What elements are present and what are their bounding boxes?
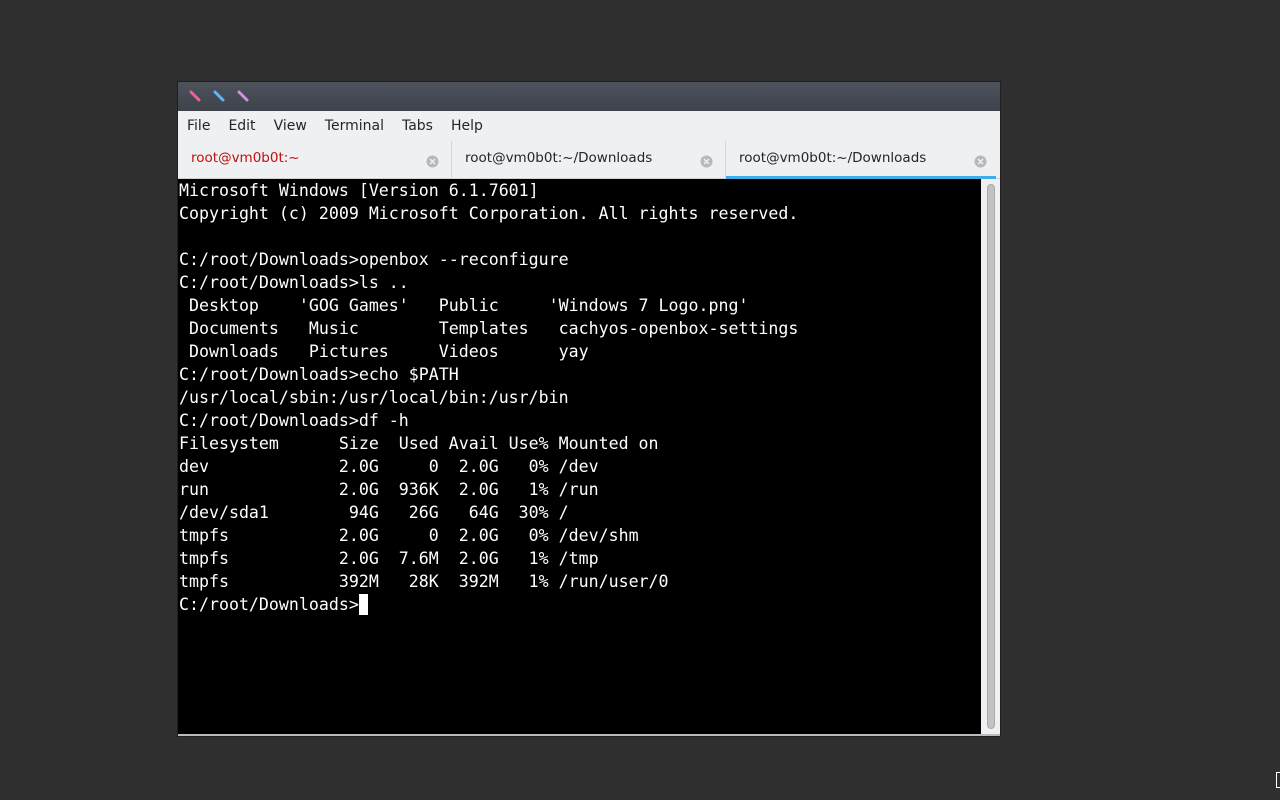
tab-label: root@vm0b0t:~/Downloads bbox=[465, 150, 653, 166]
terminal-line: Microsoft Windows [Version 6.1.7601] bbox=[179, 181, 539, 200]
mouse-pointer bbox=[1276, 772, 1280, 788]
terminal-window: File Edit View Terminal Tabs Help root@v… bbox=[178, 82, 1000, 736]
tab-label: root@vm0b0t:~ bbox=[191, 150, 300, 166]
terminal-line: tmpfs 392M 28K 392M 1% /run/user/0 bbox=[179, 572, 669, 591]
scrollbar-handle[interactable] bbox=[987, 184, 995, 729]
terminal-line: Documents Music Templates cachyos-openbo… bbox=[179, 319, 799, 338]
terminal-line: Downloads Pictures Videos yay bbox=[179, 342, 589, 361]
minimize-window-button[interactable] bbox=[237, 90, 249, 102]
close-icon bbox=[189, 90, 201, 102]
terminal-line: C:/root/Downloads>openbox --reconfigure bbox=[179, 250, 569, 269]
menu-help[interactable]: Help bbox=[442, 111, 492, 141]
terminal-line: tmpfs 2.0G 7.6M 2.0G 1% /tmp bbox=[179, 549, 599, 568]
maximize-icon bbox=[213, 90, 225, 102]
terminal-line: tmpfs 2.0G 0 2.0G 0% /dev/shm bbox=[179, 526, 639, 545]
title-bar[interactable] bbox=[178, 82, 1000, 111]
desktop: File Edit View Terminal Tabs Help root@v… bbox=[0, 0, 1280, 800]
menu-tabs[interactable]: Tabs bbox=[393, 111, 442, 141]
terminal-output[interactable]: Microsoft Windows [Version 6.1.7601] Copy… bbox=[178, 179, 981, 734]
terminal-line: C:/root/Downloads>echo $PATH bbox=[179, 365, 459, 384]
tab-home[interactable]: root@vm0b0t:~ bbox=[178, 141, 452, 179]
terminal-line: Filesystem Size Used Avail Use% Mounted … bbox=[179, 434, 659, 453]
tab-bar: root@vm0b0t:~ root@vm0b0t:~/Downloads ro… bbox=[178, 141, 1000, 179]
close-tab-icon bbox=[700, 155, 713, 168]
prompt-text: C:/root/Downloads> bbox=[179, 595, 359, 614]
terminal-line: C:/root/Downloads>ls .. bbox=[179, 273, 409, 292]
minimize-icon bbox=[237, 90, 249, 102]
menu-edit[interactable]: Edit bbox=[219, 111, 264, 141]
tab-downloads-1[interactable]: root@vm0b0t:~/Downloads bbox=[452, 141, 726, 179]
terminal-line: C:/root/Downloads>df -h bbox=[179, 411, 409, 430]
terminal-line: run 2.0G 936K 2.0G 1% /run bbox=[179, 480, 599, 499]
menu-terminal[interactable]: Terminal bbox=[316, 111, 393, 141]
terminal-line: /usr/local/sbin:/usr/local/bin:/usr/bin bbox=[179, 388, 569, 407]
terminal-scrollbar[interactable] bbox=[981, 179, 1000, 734]
tab-close-button[interactable] bbox=[426, 153, 439, 168]
terminal-line: Copyright (c) 2009 Microsoft Corporation… bbox=[179, 204, 799, 223]
prompt-line[interactable]: C:/root/Downloads> bbox=[179, 593, 981, 616]
menu-file[interactable]: File bbox=[178, 111, 219, 141]
window-bottom-border bbox=[178, 734, 1000, 736]
close-tab-icon bbox=[426, 155, 439, 168]
tab-downloads-2[interactable]: root@vm0b0t:~/Downloads bbox=[726, 141, 996, 179]
close-tab-icon bbox=[974, 155, 987, 168]
tab-label: root@vm0b0t:~/Downloads bbox=[739, 150, 927, 166]
close-window-button[interactable] bbox=[189, 90, 201, 102]
text-cursor bbox=[358, 594, 368, 615]
terminal-line: Desktop 'GOG Games' Public 'Windows 7 Lo… bbox=[179, 296, 749, 315]
menu-view[interactable]: View bbox=[265, 111, 316, 141]
tab-close-button[interactable] bbox=[974, 153, 987, 168]
menu-bar: File Edit View Terminal Tabs Help bbox=[178, 111, 1000, 141]
terminal-line: dev 2.0G 0 2.0G 0% /dev bbox=[179, 457, 599, 476]
maximize-window-button[interactable] bbox=[213, 90, 225, 102]
tab-close-button[interactable] bbox=[700, 153, 713, 168]
terminal-line: /dev/sda1 94G 26G 64G 30% / bbox=[179, 503, 569, 522]
